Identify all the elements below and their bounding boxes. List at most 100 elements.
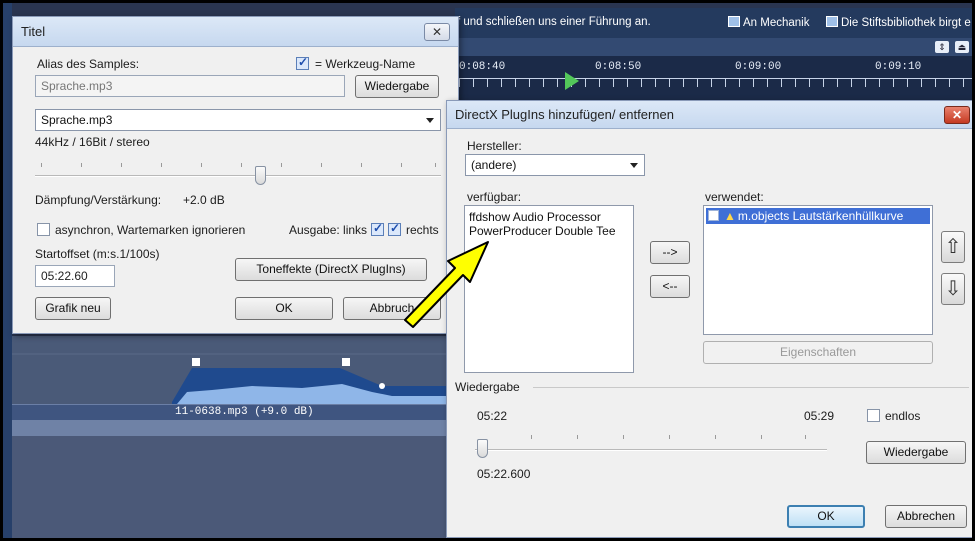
play-position-icon[interactable] bbox=[565, 72, 579, 90]
damping-label: Dämpfung/Verstärkung: bbox=[35, 193, 162, 207]
titel-dialog-titlebar[interactable]: Titel bbox=[13, 17, 458, 47]
background-window-edge bbox=[0, 0, 12, 541]
ruler-tick bbox=[627, 79, 628, 87]
playback-group-label: Wiedergabe bbox=[455, 380, 520, 394]
banner-text: f und schließen uns einer Führung an. bbox=[457, 16, 651, 28]
cancel-button[interactable]: Abbruch bbox=[343, 297, 441, 320]
titel-dialog: Titel ✕ Alias des Samples: = Werkzeug-Na… bbox=[12, 16, 459, 334]
playback-button[interactable]: Wiedergabe bbox=[866, 441, 966, 464]
close-button[interactable]: ✕ bbox=[424, 23, 450, 41]
tool-name-checkbox[interactable] bbox=[296, 55, 309, 70]
ruler-tick bbox=[739, 79, 740, 87]
time-start: 05:22 bbox=[477, 409, 508, 423]
picture-icon bbox=[728, 16, 740, 27]
timecode: 0:08:40 bbox=[459, 61, 506, 73]
empty-track[interactable] bbox=[12, 436, 455, 541]
ruler-tick bbox=[935, 79, 936, 87]
ruler-tick bbox=[557, 79, 558, 87]
close-button[interactable]: ✕ bbox=[944, 106, 970, 124]
used-list[interactable]: ▲ m.objects Lautstärkenhüllkurve bbox=[703, 205, 933, 335]
plugin-icon: ▲ bbox=[724, 209, 736, 223]
damping-slider[interactable] bbox=[35, 157, 441, 187]
manufacturer-select[interactable]: (andere) bbox=[465, 154, 645, 176]
ruler-tick bbox=[683, 79, 684, 87]
async-checkbox[interactable] bbox=[37, 223, 50, 236]
ruler-tick bbox=[725, 79, 726, 87]
banner-item-stiftsbibliothek[interactable]: Die Stiftsbibliothek birgt e bbox=[826, 16, 971, 29]
timecode: 0:08:50 bbox=[595, 61, 642, 73]
start-offset-label: Startoffset (m:s.1/100s) bbox=[35, 247, 160, 261]
timeline-ruler bbox=[455, 78, 975, 94]
alias-field[interactable]: Sprache.mp3 bbox=[35, 75, 345, 97]
ruler-tick bbox=[753, 79, 754, 87]
output-right-checkbox[interactable] bbox=[388, 221, 401, 236]
properties-button[interactable]: Eigenschaften bbox=[703, 341, 933, 364]
ruler-tick bbox=[487, 79, 488, 87]
playback-button[interactable]: Wiedergabe bbox=[355, 75, 439, 98]
timecode: 0:09:00 bbox=[735, 61, 782, 73]
ruler-tick bbox=[949, 79, 950, 87]
ruler-tick bbox=[599, 79, 600, 87]
ruler-tick bbox=[473, 79, 474, 87]
dialog-title: DirectX PlugIns hinzufügen/ entfernen bbox=[455, 107, 674, 122]
output-right-label: rechts bbox=[406, 223, 439, 237]
ruler-tick bbox=[697, 79, 698, 87]
ruler-tick bbox=[459, 79, 460, 87]
item-checkbox[interactable] bbox=[708, 210, 719, 221]
clip-name: 11-0638.mp3 (+9.0 dB) bbox=[175, 406, 314, 418]
file-select[interactable]: Sprache.mp3 bbox=[35, 109, 441, 131]
ruler-tick bbox=[669, 79, 670, 87]
ruler-tick bbox=[529, 79, 530, 87]
ruler-tick bbox=[893, 79, 894, 87]
directx-dialog: DirectX PlugIns hinzufügen/ entfernen ✕ … bbox=[446, 100, 975, 538]
ruler-tick bbox=[711, 79, 712, 87]
ruler-tick bbox=[585, 79, 586, 87]
cancel-button[interactable]: Abbrechen bbox=[885, 505, 967, 528]
output-left-checkbox[interactable] bbox=[371, 221, 384, 236]
ruler-tick bbox=[865, 79, 866, 87]
eject-icon[interactable]: ⏏ bbox=[955, 41, 969, 53]
output-label: Ausgabe: links bbox=[289, 223, 368, 237]
async-label: asynchron, Wartemarken ignorieren bbox=[55, 223, 246, 237]
list-item[interactable]: ▲ m.objects Lautstärkenhüllkurve bbox=[706, 208, 930, 224]
up-down-icon[interactable]: ⇕ bbox=[935, 41, 949, 53]
timecode: 0:09:10 bbox=[875, 61, 922, 73]
used-label: verwendet: bbox=[705, 190, 764, 204]
endless-checkbox[interactable] bbox=[867, 409, 880, 422]
ruler-tick bbox=[655, 79, 656, 87]
endless-label: endlos bbox=[885, 409, 921, 423]
ruler-tick bbox=[963, 79, 964, 87]
banner-item-mechanik[interactable]: An Mechanik bbox=[728, 16, 809, 29]
ruler-tick bbox=[907, 79, 908, 87]
manufacturer-label: Hersteller: bbox=[467, 139, 522, 153]
dialog-title: Titel bbox=[21, 24, 46, 39]
format-info: 44kHz / 16Bit / stereo bbox=[35, 135, 150, 149]
new-graphic-button[interactable]: Grafik neu bbox=[35, 297, 111, 320]
ok-button[interactable]: OK bbox=[787, 505, 865, 528]
slider-thumb[interactable] bbox=[477, 439, 488, 458]
move-down-button[interactable]: ⇩ bbox=[941, 273, 965, 305]
ruler-tick bbox=[613, 79, 614, 87]
ruler-tick bbox=[767, 79, 768, 87]
playback-position-slider[interactable] bbox=[475, 431, 827, 459]
chevron-down-icon bbox=[426, 118, 434, 123]
ruler-tick bbox=[851, 79, 852, 87]
ruler-tick bbox=[809, 79, 810, 87]
remove-plugin-button[interactable]: <-- bbox=[650, 275, 690, 298]
directx-dialog-titlebar[interactable]: DirectX PlugIns hinzufügen/ entfernen bbox=[447, 101, 974, 129]
add-plugin-button[interactable]: --> bbox=[650, 241, 690, 264]
ruler-tick bbox=[921, 79, 922, 87]
available-list[interactable]: ffdshow Audio Processor PowerProducer Do… bbox=[464, 205, 634, 373]
ruler-tick bbox=[879, 79, 880, 87]
ok-button[interactable]: OK bbox=[235, 297, 333, 320]
tone-effects-button[interactable]: Toneffekte (DirectX PlugIns) bbox=[235, 258, 427, 281]
move-up-button[interactable]: ⇧ bbox=[941, 231, 965, 263]
ruler-tick bbox=[795, 79, 796, 87]
start-offset-field[interactable]: 05:22.60 bbox=[35, 265, 115, 287]
tool-name-label: = Werkzeug-Name bbox=[315, 57, 416, 71]
ruler-tick bbox=[543, 79, 544, 87]
list-item[interactable]: ffdshow Audio Processor bbox=[469, 210, 601, 224]
list-item[interactable]: PowerProducer Double Tee bbox=[469, 224, 616, 238]
slider-thumb[interactable] bbox=[255, 166, 266, 185]
timeline-toolbar: ⇕ ⏏ bbox=[455, 38, 975, 56]
